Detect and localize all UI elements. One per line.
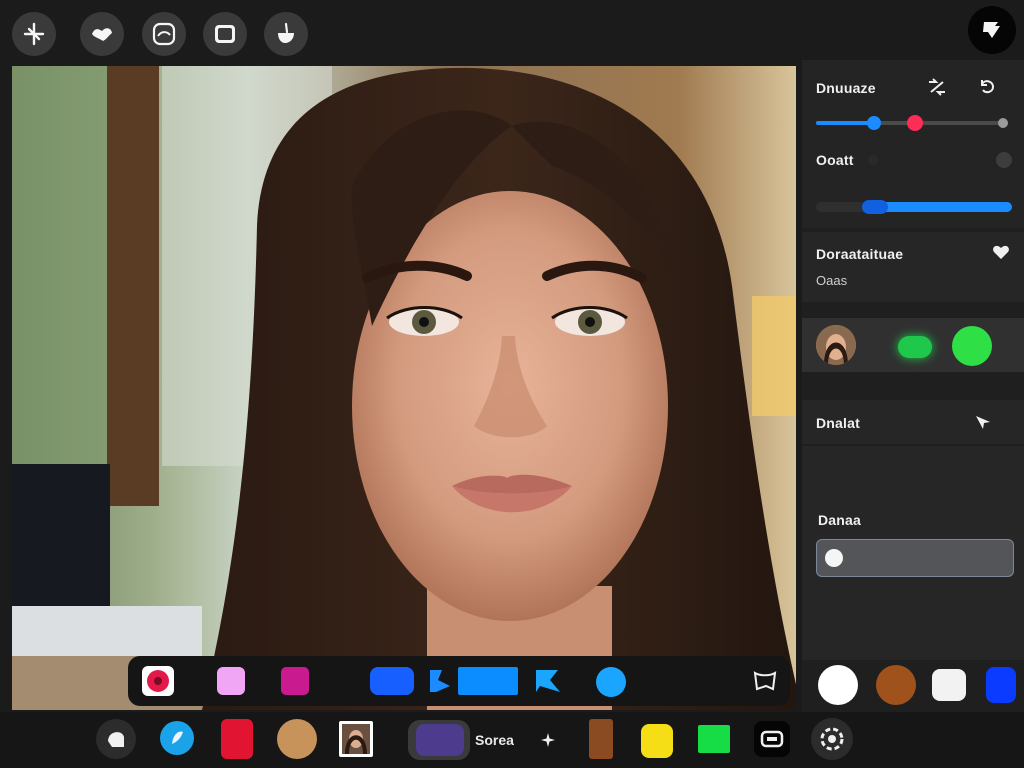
swatch-light[interactable]: [932, 669, 966, 701]
feather-icon: [160, 721, 194, 755]
color-chip-yellow[interactable]: [641, 724, 673, 758]
frame-corner-icon[interactable]: [752, 668, 778, 694]
transform-icon[interactable]: [927, 78, 947, 96]
hand-brush-icon: [278, 22, 294, 43]
settings-button[interactable]: [811, 718, 853, 760]
layers-title: Dnalat: [816, 415, 860, 431]
input-dot: [825, 549, 843, 567]
frame-icon: [152, 22, 176, 46]
color-chip-green[interactable]: [698, 725, 730, 753]
crop-tool-button[interactable]: [12, 12, 56, 56]
brush-color-pink[interactable]: [217, 667, 245, 695]
presets-subtitle: Oaas: [816, 273, 848, 288]
bandage-icon: [92, 28, 112, 41]
color-chip-red[interactable]: [221, 719, 253, 759]
adjust-slider-secondary-thumb[interactable]: [907, 115, 923, 131]
heart-icon[interactable]: [992, 244, 1010, 260]
pin-icon[interactable]: [974, 414, 992, 430]
adjustments-panel: Dnuuaze Ooatt Doraataituae Oaas Dnalat D…: [802, 60, 1024, 712]
export-button[interactable]: [968, 6, 1016, 54]
adjust-slider-fill: [816, 121, 874, 125]
export-icon: [983, 22, 1000, 38]
sample-section: [802, 318, 1024, 372]
swatch-row: [802, 660, 1024, 712]
intensity-slider-thumb[interactable]: [862, 200, 888, 214]
option-dot: [868, 155, 878, 165]
input-label: Danaa: [818, 512, 862, 528]
filter-label: Sorea: [475, 732, 514, 748]
photo-canvas[interactable]: [12, 66, 796, 710]
name-input[interactable]: [816, 539, 1014, 577]
brush-tool-button[interactable]: [264, 12, 308, 56]
portrait-thumbnail[interactable]: [339, 721, 373, 757]
undo-button[interactable]: [96, 719, 136, 759]
mask-icon: [760, 730, 784, 748]
mask-button[interactable]: [754, 721, 790, 757]
flower-icon: [147, 670, 169, 692]
heal-tool-button[interactable]: [80, 12, 124, 56]
wave-icon: [430, 667, 518, 695]
reset-icon[interactable]: [978, 78, 996, 96]
paint-icon[interactable]: [534, 666, 564, 696]
frame-tool-button[interactable]: [142, 12, 186, 56]
adjust-title: Dnuuaze: [816, 80, 876, 96]
layers-icon: [215, 25, 235, 43]
adjust-slider-end-dot: [998, 118, 1008, 128]
adjust-slider-thumb[interactable]: [867, 116, 881, 130]
option-toggle[interactable]: [996, 152, 1012, 168]
brush-color-blue[interactable]: [370, 667, 414, 695]
color-sample-blob[interactable]: [898, 336, 932, 358]
color-chip-tan[interactable]: [277, 719, 317, 759]
presets-title: Doraataituae: [816, 246, 904, 262]
presets-section: Doraataituae Oaas: [802, 232, 1024, 302]
layers-tool-button[interactable]: [203, 12, 247, 56]
adjust-section: Dnuuaze Ooatt: [802, 60, 1024, 228]
bottom-toolbar: Sorea: [0, 712, 1024, 768]
color-sample-circle[interactable]: [952, 326, 992, 366]
filter-blue-button[interactable]: [159, 720, 195, 756]
option-label: Ooatt: [816, 152, 854, 168]
layers-section: Dnalat: [802, 400, 1024, 444]
swatch-blue[interactable]: [986, 667, 1016, 703]
brush-options-bar: [128, 656, 790, 706]
flower-brush-button[interactable]: [142, 666, 174, 696]
sparkle-icon[interactable]: [541, 733, 555, 747]
selected-filter-chip[interactable]: [408, 720, 470, 760]
brush-color-magenta[interactable]: [281, 667, 309, 695]
gear-icon: [820, 727, 844, 751]
crop-icon: [23, 22, 45, 46]
undo-icon: [108, 732, 124, 747]
filter-chip-purple: [416, 724, 464, 756]
color-chip-brown[interactable]: [589, 719, 613, 759]
blue-selection-group[interactable]: [428, 666, 520, 696]
brush-color-cyan[interactable]: [596, 667, 626, 697]
portrait-photo: [12, 66, 796, 710]
swatch-white[interactable]: [818, 665, 858, 705]
swatch-brown[interactable]: [876, 665, 916, 705]
layers-empty-area: [802, 446, 1024, 498]
avatar[interactable]: [816, 325, 856, 365]
